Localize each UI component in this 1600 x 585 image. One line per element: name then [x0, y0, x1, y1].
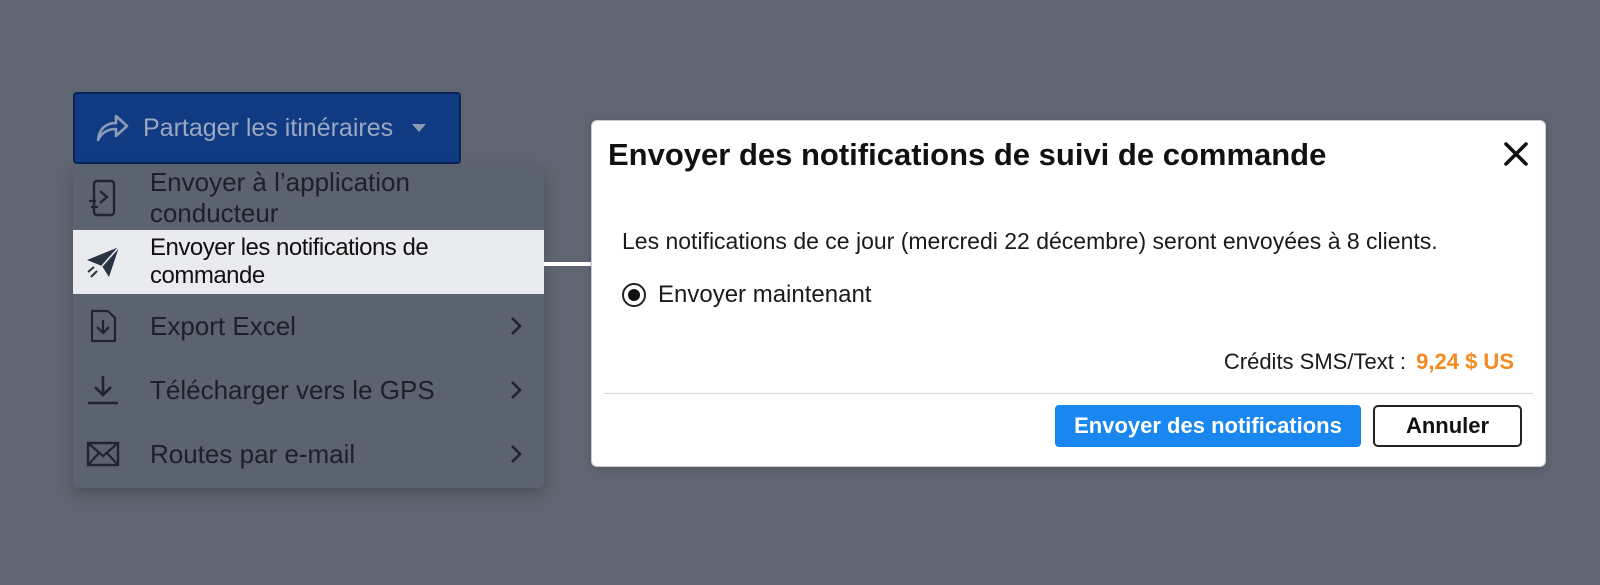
dialog-message: Les notifications de ce jour (mercredi 2… [622, 228, 1438, 254]
menu-item-label: Export Excel [150, 310, 296, 341]
close-icon[interactable] [1503, 141, 1529, 167]
paper-plane-icon [85, 242, 121, 282]
sms-credits: Crédits SMS/Text : 9,24 $ US [1224, 349, 1514, 375]
send-now-label: Envoyer maintenant [658, 281, 872, 308]
menu-item-label: Routes par e-mail [150, 438, 356, 469]
send-notifications-button[interactable]: Envoyer des notifications [1055, 405, 1361, 447]
dialog-divider [604, 393, 1533, 394]
dialog-title: Envoyer des notifications de suivi de co… [608, 137, 1327, 172]
send-now-radio-option[interactable]: Envoyer maintenant [622, 281, 871, 309]
menu-dialog-connector [544, 262, 592, 266]
menu-item-label: Télécharger vers le GPS [150, 374, 435, 405]
phone-send-icon [85, 178, 121, 218]
menu-item-label: Envoyer à l’application conducteur [149, 167, 410, 228]
share-routes-button[interactable]: Partager les itinéraires [73, 92, 461, 164]
caret-down-icon [411, 123, 427, 133]
menu-item-label: Envoyer les notifications de commande [150, 234, 429, 289]
chevron-right-icon [510, 316, 522, 336]
chevron-right-icon [510, 444, 522, 464]
share-arrow-icon [95, 113, 129, 143]
credits-amount: 9,24 $ US [1416, 349, 1514, 374]
send-now-radio[interactable] [622, 283, 646, 307]
file-download-icon [85, 306, 121, 346]
chevron-right-icon [510, 380, 522, 400]
download-icon [85, 370, 121, 410]
menu-item-send-to-driver-app[interactable]: Envoyer à l’application conducteur [73, 166, 544, 230]
order-tracking-notification-dialog: Envoyer des notifications de suivi de co… [591, 120, 1546, 467]
share-routes-label: Partager les itinéraires [143, 113, 394, 142]
menu-item-download-to-gps[interactable]: Télécharger vers le GPS [73, 358, 544, 422]
credits-label: Crédits SMS/Text : [1223, 349, 1407, 374]
cancel-button[interactable]: Annuler [1373, 405, 1522, 447]
menu-item-email-routes[interactable]: Routes par e-mail [73, 422, 544, 486]
menu-item-export-excel[interactable]: Export Excel [73, 294, 544, 358]
share-dropdown-menu: Envoyer à l’application conducteur Envoy… [73, 166, 544, 488]
menu-item-send-order-notifications[interactable]: Envoyer les notifications de commande [73, 230, 544, 294]
envelope-icon [85, 434, 121, 474]
